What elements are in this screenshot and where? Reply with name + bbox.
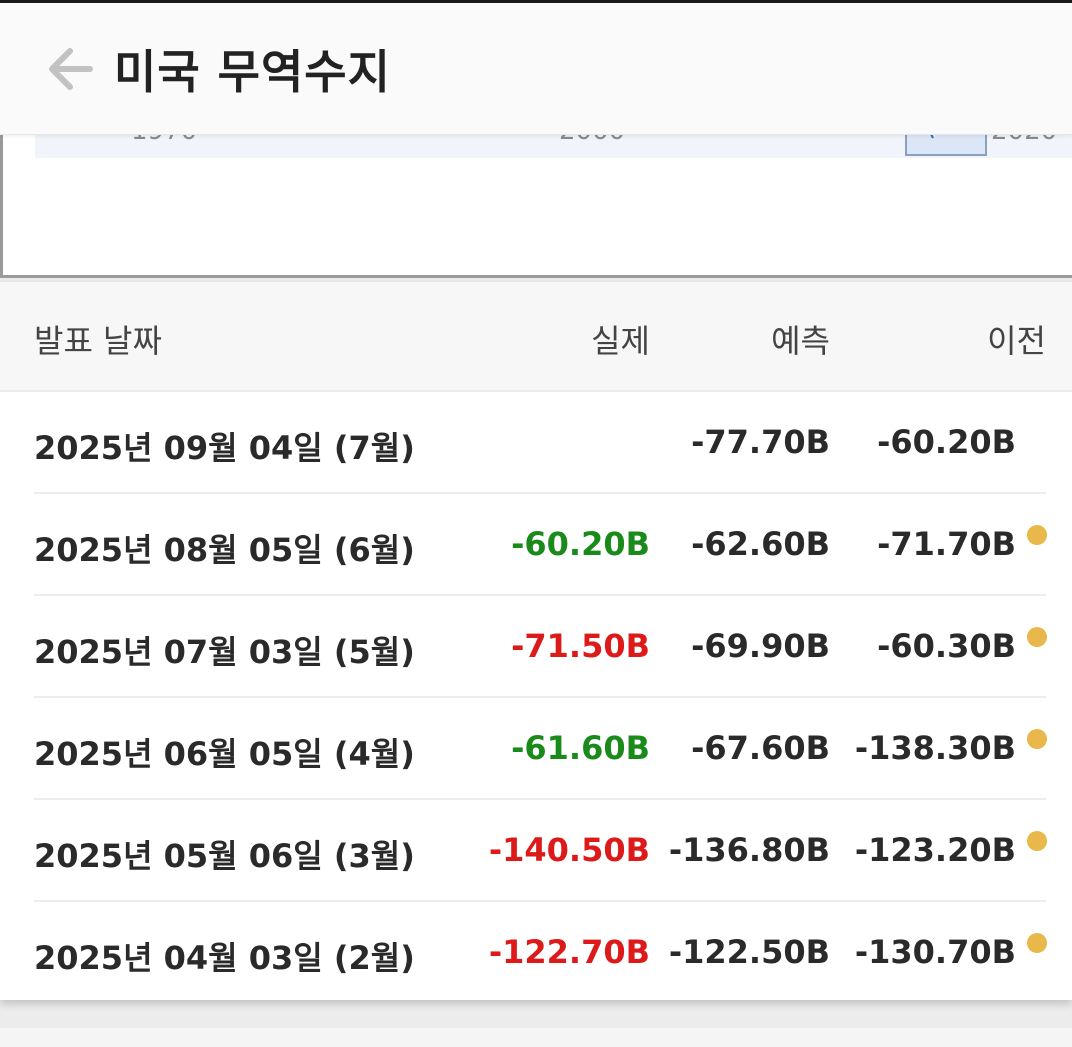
cell-date: 2025년 08월 05일 (6월) xyxy=(34,531,415,569)
cell-forecast: -67.60B xyxy=(691,729,830,767)
cell-previous: -130.70B xyxy=(854,933,1016,971)
page-title: 미국 무역수지 xyxy=(114,44,391,99)
header-date: 발표 날짜 xyxy=(34,322,162,360)
cell-previous: -138.30B xyxy=(854,729,1016,767)
cell-actual: -61.60B xyxy=(511,729,650,767)
header-actual: 실제 xyxy=(591,322,650,360)
arrow-left-icon xyxy=(49,47,93,90)
cell-date: 2025년 06월 05일 (4월) xyxy=(34,735,415,773)
revision-dot-icon xyxy=(1027,729,1047,749)
cell-actual: -122.70B xyxy=(488,933,650,971)
table-header: 발표 날짜 실제 예측 이전 xyxy=(0,282,1072,392)
cell-previous: -60.20B xyxy=(877,423,1016,461)
cell-previous: -60.30B xyxy=(877,627,1016,665)
table-row[interactable]: 2025년 06월 05일 (4월) -61.60B -67.60B -138.30B xyxy=(0,698,1072,800)
revision-dot-icon xyxy=(1027,933,1047,953)
cell-forecast: -62.60B xyxy=(691,525,830,563)
cell-date: 2025년 04월 03일 (2월) xyxy=(34,939,415,977)
cell-actual: -140.50B xyxy=(488,831,650,869)
revision-dot-icon xyxy=(1027,525,1047,545)
cell-forecast: -122.50B xyxy=(668,933,830,971)
cell-actual: -71.50B xyxy=(511,627,650,665)
header-previous: 이전 xyxy=(987,322,1046,360)
table-row[interactable]: 2025년 09월 04일 (7월) -77.70B -60.20B xyxy=(0,392,1072,494)
cell-forecast: -136.80B xyxy=(668,831,830,869)
revision-dot-icon xyxy=(1027,627,1047,647)
table-row[interactable]: 2025년 07월 03일 (5월) -71.50B -69.90B -60.30B xyxy=(0,596,1072,698)
app-header: 미국 무역수지 xyxy=(0,3,1072,135)
table-row[interactable]: 2025년 04월 03일 (2월) -122.70B -122.50B -130.7… xyxy=(0,902,1072,1004)
cell-forecast: -77.70B xyxy=(691,423,830,461)
table-row[interactable]: 2025년 08월 05일 (6월) -60.20B -62.60B -71.70B xyxy=(0,494,1072,596)
cell-previous: -123.20B xyxy=(854,831,1016,869)
cell-forecast: -69.90B xyxy=(691,627,830,665)
table-body: 2025년 09월 04일 (7월) -77.70B -60.20B 2025년 08… xyxy=(0,392,1072,1004)
cell-date: 2025년 05월 06일 (3월) xyxy=(34,837,415,875)
back-button[interactable] xyxy=(44,43,96,95)
bottom-strip xyxy=(0,1028,1072,1047)
cell-date: 2025년 07월 03일 (5월) xyxy=(34,633,415,671)
cell-previous: -71.70B xyxy=(877,525,1016,563)
header-forecast: 예측 xyxy=(771,322,830,360)
cell-actual: -60.20B xyxy=(511,525,650,563)
cell-date: 2025년 09월 04일 (7월) xyxy=(34,429,415,467)
table-row[interactable]: 2025년 05월 06일 (3월) -140.50B -136.80B -123.2… xyxy=(0,800,1072,902)
revision-dot-icon xyxy=(1027,831,1047,851)
release-table: 발표 날짜 실제 예측 이전 2025년 09월 04일 (7월) -77.70B… xyxy=(0,282,1072,1000)
chart-navigator: 1970 2000 2020 xyxy=(0,130,1072,278)
